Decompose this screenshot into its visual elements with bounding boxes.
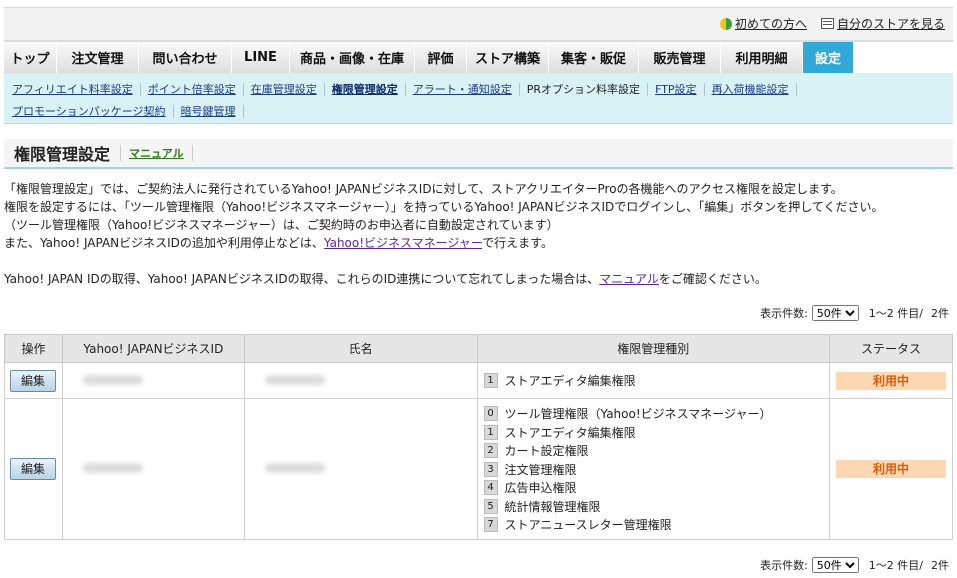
permission-item: 0 ツール管理権限（Yahoo!ビジネスマネージャー） bbox=[483, 404, 829, 423]
col-business-id: Yahoo! JAPANビジネスID bbox=[61, 334, 245, 363]
subnav-alerts[interactable]: アラート・通知設定 bbox=[413, 82, 520, 96]
total-text: 2件 bbox=[931, 559, 949, 572]
pager-top: 表示件数: 50件 1〜2 件目/ 2件 bbox=[760, 305, 949, 321]
tab-promotion[interactable]: 集客・販促 bbox=[549, 42, 639, 73]
permission-cell: 0 ツール管理権限（Yahoo!ビジネスマネージャー） 1 ストアエディタ編集権限 … bbox=[476, 398, 831, 540]
table-row: 編集 1 ストアエディタ編集権限 利用中 bbox=[4, 362, 953, 399]
beginner-link-label: 初めての方へ bbox=[734, 17, 807, 31]
subnav-row-1: アフィリエイト料率設定 ポイント倍率設定 在庫管理設定 権限管理設定 アラート・… bbox=[12, 79, 953, 99]
intro-line-1: 「権限管理設定」では、ご契約法人に発行されているYahoo! JAPANビジネス… bbox=[4, 182, 843, 196]
intro-line-5-pre: Yahoo! JAPAN IDの取得、Yahoo! JAPANビジネスIDの取得… bbox=[4, 272, 600, 286]
subnav-stock-settings[interactable]: 在庫管理設定 bbox=[251, 82, 325, 96]
subnav-affiliate-rate[interactable]: アフィリエイト料率設定 bbox=[12, 82, 141, 96]
name-cell bbox=[243, 398, 478, 540]
top-strip: 初めての方へ 自分のストアを見る bbox=[4, 7, 953, 40]
edit-button[interactable]: 編集 bbox=[10, 458, 56, 480]
subnav-permissions[interactable]: 権限管理設定 bbox=[332, 82, 406, 96]
status-cell: 利用中 bbox=[829, 398, 953, 540]
edit-button[interactable]: 編集 bbox=[10, 369, 56, 392]
permission-item: 7 ストアニュースレター管理権限 bbox=[483, 515, 829, 534]
permission-item: 4 広告申込権限 bbox=[483, 478, 829, 497]
permissions-table: 操作 Yahoo! JAPANビジネスID 氏名 権限管理種別 ステータス 編集… bbox=[4, 334, 953, 540]
per-page-select-bottom[interactable]: 50件 bbox=[811, 557, 859, 573]
status-badge: 利用中 bbox=[836, 460, 946, 478]
main-nav: トップ 注文管理 問い合わせ LINE 商品・画像・在庫 評価 ストア構築 集客… bbox=[4, 40, 953, 73]
subnav-row-2: プロモーションパッケージ契約 暗号鍵管理 bbox=[12, 101, 953, 121]
view-store-link[interactable]: 自分のストアを見る bbox=[820, 15, 945, 32]
tab-reviews[interactable]: 評価 bbox=[415, 42, 467, 73]
tab-products[interactable]: 商品・画像・在庫 bbox=[290, 42, 415, 73]
permission-item: 5 統計情報管理権限 bbox=[483, 497, 829, 516]
tab-settings[interactable]: 設定 bbox=[803, 42, 854, 73]
per-page-label: 表示件数: bbox=[760, 559, 808, 572]
business-id-cell bbox=[61, 362, 245, 399]
id-manual-link[interactable]: マニュアル bbox=[599, 272, 659, 286]
intro-line-5: Yahoo! JAPAN IDの取得、Yahoo! JAPANビジネスIDの取得… bbox=[4, 270, 953, 288]
redacted-id bbox=[82, 374, 143, 385]
permission-cell: 1 ストアエディタ編集権限 bbox=[476, 362, 831, 399]
intro-line-5-post: をご確認ください。 bbox=[658, 272, 767, 286]
tab-billing[interactable]: 利用明細 bbox=[721, 42, 803, 73]
pager-bottom: 表示件数: 50件 1〜2 件目/ 2件 bbox=[760, 557, 949, 573]
col-action: 操作 bbox=[4, 334, 63, 363]
table-header-row: 操作 Yahoo! JAPANビジネスID 氏名 権限管理種別 ステータス bbox=[4, 334, 953, 363]
name-cell bbox=[243, 362, 478, 399]
per-page-label: 表示件数: bbox=[760, 307, 808, 320]
business-manager-link[interactable]: Yahoo!ビジネスマネージャー bbox=[324, 236, 482, 250]
manual-link[interactable]: マニュアル bbox=[120, 145, 193, 161]
tab-store-build[interactable]: ストア構築 bbox=[467, 42, 549, 73]
header-links: 初めての方へ 自分のストアを見る bbox=[719, 15, 945, 32]
intro-line-2: 権限を設定するには、「ツール管理権限（Yahoo!ビジネスマネージャー）」を持っ… bbox=[4, 200, 884, 214]
tab-sales[interactable]: 販売管理 bbox=[639, 42, 721, 73]
intro-line-3: （ツール管理権限（Yahoo!ビジネスマネージャー）は、ご契約時のお申込者に自動… bbox=[4, 218, 559, 232]
intro-line-4-pre: また、Yahoo! JAPANビジネスIDの追加や利用停止などは、 bbox=[4, 236, 324, 250]
beginner-link[interactable]: 初めての方へ bbox=[719, 15, 807, 32]
per-page-select-top[interactable]: 50件 bbox=[811, 305, 859, 321]
permission-item: 1 ストアエディタ編集権限 bbox=[483, 423, 829, 442]
permission-item: 2 カート設定権限 bbox=[483, 441, 829, 460]
range-text: 1〜2 件目/ bbox=[868, 559, 923, 572]
tab-top[interactable]: トップ bbox=[4, 42, 57, 73]
redacted-name bbox=[264, 374, 325, 385]
permission-item: 3 注文管理権限 bbox=[483, 460, 829, 479]
status-cell: 利用中 bbox=[829, 362, 953, 399]
beginner-leaf-icon bbox=[719, 17, 732, 30]
settings-subnav: アフィリエイト料率設定 ポイント倍率設定 在庫管理設定 権限管理設定 アラート・… bbox=[4, 73, 953, 124]
business-id-cell bbox=[61, 398, 245, 540]
subnav-encryption-key[interactable]: 暗号鍵管理 bbox=[181, 104, 244, 118]
intro-line-4: また、Yahoo! JAPANビジネスIDの追加や利用停止などは、Yahoo!ビ… bbox=[4, 234, 953, 252]
view-store-link-label: 自分のストアを見る bbox=[836, 17, 945, 31]
subnav-point-rate[interactable]: ポイント倍率設定 bbox=[148, 82, 244, 96]
col-status: ステータス bbox=[829, 334, 953, 363]
range-text: 1〜2 件目/ bbox=[868, 307, 923, 320]
col-permission-type: 権限管理種別 bbox=[476, 334, 831, 363]
status-badge: 利用中 bbox=[836, 371, 946, 390]
subnav-promotion-package[interactable]: プロモーションパッケージ契約 bbox=[12, 104, 174, 118]
tab-inquiries[interactable]: 問い合わせ bbox=[139, 42, 232, 73]
permission-item: 1 ストアエディタ編集権限 bbox=[483, 371, 829, 390]
total-text: 2件 bbox=[931, 307, 949, 320]
subnav-restock[interactable]: 再入荷機能設定 bbox=[712, 82, 797, 96]
redacted-id bbox=[82, 463, 143, 473]
subnav-pr-option-rate[interactable]: PRオプション料率設定 bbox=[527, 82, 649, 96]
intro-text: 「権限管理設定」では、ご契約法人に発行されているYahoo! JAPANビジネス… bbox=[4, 180, 953, 288]
redacted-name bbox=[264, 463, 325, 473]
store-window-icon bbox=[820, 18, 834, 29]
subnav-ftp[interactable]: FTP設定 bbox=[655, 82, 705, 96]
page-header: 権限管理設定 マニュアル bbox=[4, 139, 953, 169]
tab-orders[interactable]: 注文管理 bbox=[57, 42, 139, 73]
table-row: 編集 0 ツール管理権限（Yahoo!ビジネスマネージャー） 1 ストアエディタ編集… bbox=[4, 398, 953, 540]
intro-line-4-post: で行えます。 bbox=[482, 236, 553, 250]
tab-line[interactable]: LINE bbox=[232, 42, 290, 73]
page-title: 権限管理設定 bbox=[14, 145, 111, 164]
col-name: 氏名 bbox=[243, 334, 478, 363]
